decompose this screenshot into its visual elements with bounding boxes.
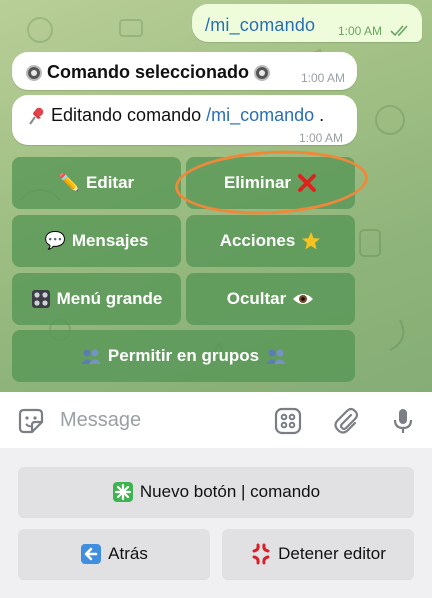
inline-button-mensajes[interactable]: 💬 Mensajes	[12, 215, 181, 267]
inline-button-label: Editar	[85, 173, 135, 192]
message-input-bar: Message	[0, 392, 432, 448]
inline-button-acciones[interactable]: Acciones	[186, 215, 355, 267]
glowing-star-icon	[302, 232, 321, 250]
inline-button-label: Permitir en grupos	[107, 346, 260, 365]
incoming-message[interactable]: Editando comando /mi_comando. 1:00 AM	[12, 95, 357, 145]
pencil-icon: ✏️	[58, 173, 80, 193]
sticker-icon[interactable]	[16, 406, 46, 436]
outgoing-message-time: 1:00 AM	[337, 24, 382, 38]
inline-button-label: Eliminar	[223, 173, 292, 192]
inline-button-label: Mensajes	[71, 231, 149, 250]
speech-bubble-icon: 💬	[44, 231, 66, 251]
reply-button-atras[interactable]: Atrás	[18, 529, 210, 579]
attach-icon[interactable]	[331, 406, 361, 436]
reply-keyboard: Nuevo botón | comando Atrás Detener edit…	[0, 448, 432, 598]
inline-button-label: Acciones	[219, 231, 296, 250]
inline-button-permitir-en-grupos[interactable]: Permitir en grupos	[12, 330, 355, 382]
chat-area: /mi_comando 1:00 AM Comando seleccionado…	[0, 0, 432, 392]
outgoing-message-text: /mi_comando	[205, 15, 316, 35]
message-text: Comando seleccionado	[47, 62, 250, 82]
inline-button-label: Ocultar	[226, 289, 287, 308]
message-suffix: .	[319, 105, 325, 125]
inline-button-ocultar[interactable]: Ocultar	[186, 273, 355, 325]
reply-button-label: Detener editor	[278, 544, 386, 563]
microphone-icon[interactable]	[388, 406, 418, 436]
red-cross-icon	[298, 174, 317, 192]
people-icon	[80, 349, 101, 364]
outgoing-message[interactable]: /mi_comando 1:00 AM	[192, 4, 422, 42]
message-time: 1:00 AM	[298, 131, 343, 145]
message-input[interactable]: Message	[60, 409, 141, 432]
inline-button-menu-grande[interactable]: Menú grande	[12, 273, 181, 325]
command-link[interactable]: /mi_comando	[206, 105, 314, 126]
left-arrow-icon	[81, 544, 102, 564]
eight-spoked-asterisk-icon	[112, 482, 133, 502]
eye-icon	[293, 294, 314, 304]
message-time: 1:00 AM	[300, 71, 345, 85]
double-check-icon	[390, 25, 408, 37]
message-body: Editando comando /mi_comando.	[26, 105, 324, 126]
control-knobs-icon	[31, 290, 50, 308]
pushpin-icon	[29, 107, 44, 125]
reply-button-label: Nuevo botón | comando	[139, 482, 321, 501]
incoming-message[interactable]: Comando seleccionado 1:00 AM	[12, 52, 357, 90]
message-body: Comando seleccionado	[26, 62, 271, 83]
anger-symbol-icon	[252, 543, 270, 565]
message-text: Editando comando	[51, 105, 202, 125]
people-icon	[266, 349, 287, 364]
reply-button-label: Atrás	[108, 544, 148, 563]
inline-button-eliminar[interactable]: Eliminar	[186, 157, 355, 209]
inline-button-label: Menú grande	[56, 289, 163, 308]
radio-button-icon	[26, 64, 42, 81]
reply-button-detener-editor[interactable]: Detener editor	[222, 529, 414, 579]
bot-commands-icon[interactable]	[273, 406, 303, 436]
radio-button-icon	[254, 64, 271, 81]
reply-button-nuevo-boton[interactable]: Nuevo botón | comando	[18, 467, 414, 517]
inline-button-editar[interactable]: ✏️ Editar	[12, 157, 181, 209]
